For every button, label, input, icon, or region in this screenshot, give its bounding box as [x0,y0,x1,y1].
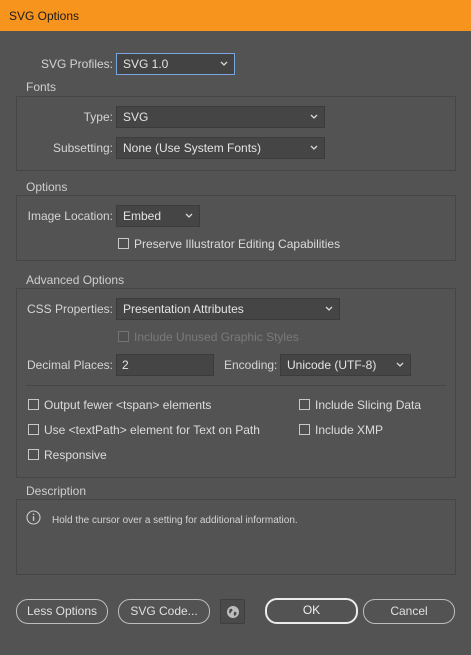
fewer-tspan-label: Output fewer <tspan> elements [44,398,212,412]
less-options-button[interactable]: Less Options [16,599,108,624]
options-group [16,195,456,261]
include-xmp-label: Include XMP [315,423,384,437]
window-title: SVG Options [9,9,80,23]
font-type-select[interactable]: SVG [116,106,325,128]
chevron-down-icon [220,61,228,66]
ok-button[interactable]: OK [265,598,358,624]
preserve-editing-label: Preserve Illustrator Editing Capabilitie… [134,237,341,251]
info-icon [26,510,41,525]
chevron-down-icon [396,362,404,367]
options-group-title: Options [26,180,68,194]
image-location-label: Image Location: [27,209,113,223]
description-group-title: Description [26,484,87,498]
advanced-separator [26,385,446,386]
css-properties-select[interactable]: Presentation Attributes [116,298,340,320]
description-group [16,499,456,575]
description-text: Hold the cursor over a setting for addit… [52,515,298,526]
chevron-down-icon [310,114,318,119]
responsive-checkbox[interactable] [28,449,39,460]
globe-icon [227,606,239,618]
decimal-places-label: Decimal Places: [26,358,113,372]
svg-code-button[interactable]: SVG Code... [118,599,210,624]
responsive-label: Responsive [44,448,107,462]
fewer-tspan-checkbox[interactable] [28,399,39,410]
font-type-label: Type: [83,110,113,124]
encoding-select[interactable]: Unicode (UTF-8) [280,354,411,376]
chevron-down-icon [325,306,333,311]
slicing-data-label: Include Slicing Data [315,398,422,412]
chevron-down-icon [185,213,193,218]
svg-profiles-select[interactable]: SVG 1.0 [116,53,235,75]
cancel-button[interactable]: Cancel [363,599,455,624]
textpath-checkbox[interactable] [28,424,39,435]
preserve-editing-checkbox[interactable] [118,238,129,249]
include-xmp-checkbox[interactable] [299,424,310,435]
subsetting-label: Subsetting: [52,141,113,155]
fonts-group-title: Fonts [26,80,57,94]
include-unused-styles-label: Include Unused Graphic Styles [134,330,299,344]
svg-profiles-label: SVG Profiles: [40,57,113,71]
encoding-label: Encoding: [224,358,278,372]
web-preview-button[interactable] [220,599,245,624]
textpath-label: Use <textPath> element for Text on Path [44,423,260,437]
slicing-data-checkbox[interactable] [299,399,310,410]
css-properties-label: CSS Properties: [26,302,113,316]
title-bar: SVG Options [0,0,471,31]
chevron-down-icon [310,145,318,150]
include-unused-styles-checkbox[interactable] [118,331,129,342]
decimal-places-input[interactable]: 2 [116,354,214,376]
image-location-select[interactable]: Embed [116,205,200,227]
advanced-options-group-title: Advanced Options [26,273,125,287]
subsetting-select[interactable]: None (Use System Fonts) [116,137,325,159]
